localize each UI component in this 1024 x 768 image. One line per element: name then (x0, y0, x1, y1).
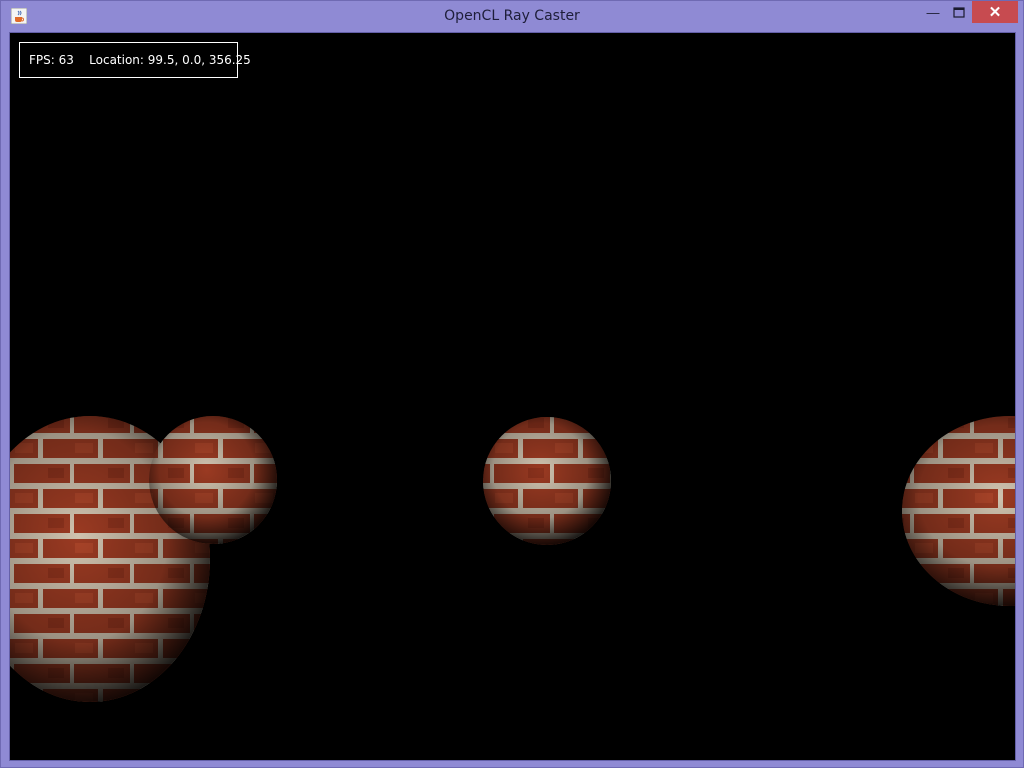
minimize-button[interactable]: — (920, 1, 946, 23)
title-bar[interactable]: OpenCL Ray Caster — ✕ (1, 1, 1023, 31)
sphere-2 (149, 416, 277, 544)
minimize-icon: — (926, 4, 940, 20)
raycast-scene (10, 416, 1015, 702)
location-readout: Location: 99.5, 0.0, 356.25 (89, 53, 251, 67)
fps-readout: FPS: 63 (29, 53, 74, 67)
app-window: OpenCL Ray Caster — ✕ FPS: 63 Location: … (0, 0, 1024, 768)
window-title: OpenCL Ray Caster (444, 8, 580, 24)
sphere-4 (902, 416, 1015, 606)
render-viewport[interactable]: FPS: 63 Location: 99.5, 0.0, 356.25 (9, 32, 1016, 761)
close-icon: ✕ (988, 4, 1002, 21)
hud-overlay: FPS: 63 Location: 99.5, 0.0, 356.25 (19, 42, 251, 78)
maximize-icon (953, 6, 965, 18)
maximize-button[interactable] (946, 1, 972, 23)
close-button[interactable]: ✕ (972, 1, 1018, 23)
sphere-3 (483, 417, 611, 545)
